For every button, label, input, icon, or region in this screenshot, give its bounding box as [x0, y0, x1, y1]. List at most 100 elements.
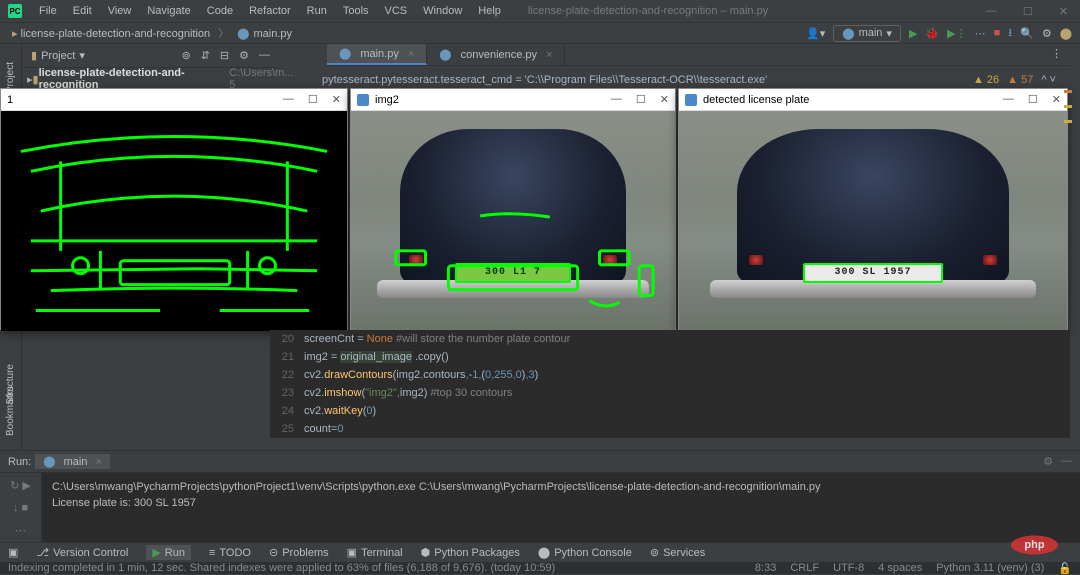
watermark-badge: php: [1007, 534, 1062, 556]
cv-window-3[interactable]: detected license plate —☐✕ 300 SL 1957: [678, 88, 1068, 330]
user-icon[interactable]: 👤▾: [806, 27, 825, 40]
project-root-row[interactable]: ▸ ▮ license-plate-detection-and-recognit…: [23, 68, 300, 90]
line-number: 25: [270, 420, 304, 438]
run-more-icon[interactable]: ▶⋮: [947, 27, 966, 40]
tab-convenience[interactable]: ⬤ convenience.py ×: [427, 44, 565, 65]
rerun-icon[interactable]: ↻ ▶: [10, 479, 31, 492]
maximize-icon[interactable]: ☐: [1019, 5, 1037, 18]
gear-icon[interactable]: ⚙: [239, 49, 249, 62]
menu-tools[interactable]: Tools: [336, 3, 376, 19]
hide-icon[interactable]: —: [1061, 455, 1072, 468]
python-icon: ⬤: [339, 47, 351, 60]
run-button-icon[interactable]: ▶: [909, 27, 917, 40]
more-run-icon[interactable]: ⋯: [15, 524, 26, 537]
run-tab-main[interactable]: ⬤ main ×: [35, 454, 110, 469]
tool-run[interactable]: ▶Run: [146, 545, 191, 560]
minimize-icon[interactable]: —: [283, 93, 294, 106]
menu-window[interactable]: Window: [416, 3, 469, 19]
cv-window-title: img2: [375, 94, 611, 106]
notifications-icon[interactable]: ⬤: [1060, 27, 1072, 40]
gear-icon[interactable]: ⚙: [1043, 455, 1053, 468]
tool-terminal[interactable]: ▣Terminal: [347, 546, 403, 559]
menu-run[interactable]: Run: [300, 3, 334, 19]
run-panel-label: Run:: [8, 456, 31, 468]
bottom-tool-strip: ▣ ⎇Version Control ▶Run ≡TODO ⊝Problems …: [0, 542, 1080, 562]
gear-icon[interactable]: ⚙: [1042, 27, 1052, 40]
line-number: 21: [270, 348, 304, 366]
run-output[interactable]: C:\Users\mwang\PycharmProjects\pythonPro…: [42, 473, 1080, 550]
menu-view[interactable]: View: [101, 3, 139, 19]
lock-icon[interactable]: 🔓: [1058, 562, 1072, 575]
window-title: license-plate-detection-and-recognition …: [528, 5, 768, 17]
menu-edit[interactable]: Edit: [66, 3, 99, 19]
tab-main[interactable]: ⬤ main.py ×: [327, 44, 427, 65]
menu-refactor[interactable]: Refactor: [242, 3, 298, 19]
tab-more-icon[interactable]: ⋮: [1043, 44, 1070, 65]
status-bar: Indexing completed in 1 min, 12 sec. Sha…: [0, 562, 1080, 574]
run-panel: Run: ⬤ main × ⚙ — ↻ ▶ ↓ ■ ⋯ C:\Users\mwa…: [0, 450, 1080, 550]
breadcrumb-project[interactable]: ▸ license-plate-detection-and-recognitio…: [8, 25, 214, 42]
select-file-icon[interactable]: ⊚: [181, 49, 190, 62]
close-icon[interactable]: ✕: [660, 93, 669, 106]
python-icon: ⬤: [43, 455, 55, 468]
chevron-down-icon: ▾: [79, 49, 85, 62]
line-number: 23: [270, 384, 304, 402]
cv-window-title: detected license plate: [703, 94, 1003, 106]
tool-problems[interactable]: ⊝Problems: [269, 546, 329, 559]
tool-todo[interactable]: ≡TODO: [209, 547, 251, 559]
close-icon[interactable]: ✕: [1055, 5, 1072, 18]
status-interpreter[interactable]: Python 3.11 (venv) (3): [936, 562, 1044, 575]
tool-py-packages[interactable]: ⬢Python Packages: [421, 546, 520, 559]
close-icon[interactable]: ✕: [1052, 93, 1061, 106]
bookmarks-tool-button[interactable]: Bookmarks: [3, 378, 18, 444]
minimize-icon[interactable]: —: [982, 5, 1001, 18]
menu-file[interactable]: File: [32, 3, 64, 19]
hide-icon[interactable]: —: [259, 49, 270, 62]
menu-vcs[interactable]: VCS: [378, 3, 415, 19]
project-panel-header[interactable]: ▮ Project ▾: [31, 49, 85, 62]
menu-code[interactable]: Code: [200, 3, 240, 19]
editor-body[interactable]: 20screenCnt = None #will store the numbe…: [270, 330, 1070, 438]
maximize-icon[interactable]: ☐: [1028, 93, 1038, 106]
minimize-icon[interactable]: —: [611, 93, 622, 106]
cv-app-icon: [685, 94, 697, 106]
chevron-down-icon: ▾: [886, 27, 892, 40]
menu-bar: File Edit View Navigate Code Refactor Ru…: [32, 3, 508, 19]
close-icon[interactable]: ✕: [332, 93, 341, 106]
tool-services[interactable]: ⊚Services: [650, 546, 705, 559]
run-config-selector[interactable]: ⬤ main ▾: [833, 25, 901, 42]
collapse-all-icon[interactable]: ⊟: [220, 49, 229, 62]
status-message: Indexing completed in 1 min, 12 sec. Sha…: [8, 562, 555, 574]
line-number: 24: [270, 402, 304, 420]
cv-window-2[interactable]: img2 —☐✕ 300 L1 7: [350, 88, 676, 330]
coverage-icon[interactable]: ⋯: [975, 27, 986, 40]
maximize-icon[interactable]: ☐: [308, 93, 318, 106]
menu-help[interactable]: Help: [471, 3, 508, 19]
stop-button-icon[interactable]: ■: [994, 27, 1001, 39]
menu-navigate[interactable]: Navigate: [140, 3, 197, 19]
breadcrumb-file[interactable]: ⬤main.py: [233, 25, 296, 42]
error-stripe[interactable]: [1064, 90, 1074, 430]
tool-py-console[interactable]: ⬤Python Console: [538, 546, 632, 559]
status-encoding[interactable]: UTF-8: [833, 562, 864, 575]
expand-all-icon[interactable]: ⇵: [201, 49, 210, 62]
ide-logo: PC: [8, 4, 22, 18]
cv-app-icon: [357, 94, 369, 106]
status-eol[interactable]: CRLF: [790, 562, 819, 575]
tool-window-quick-icon[interactable]: ▣: [8, 546, 18, 559]
tool-version-control[interactable]: ⎇Version Control: [36, 546, 128, 559]
minimize-icon[interactable]: —: [1003, 93, 1014, 106]
git-update-icon[interactable]: ⭳: [1008, 24, 1012, 43]
close-icon[interactable]: ×: [546, 49, 552, 61]
status-indent[interactable]: 4 spaces: [878, 562, 922, 575]
status-caret-pos[interactable]: 8:33: [755, 562, 776, 575]
close-icon[interactable]: ×: [408, 48, 414, 60]
search-icon[interactable]: 🔍: [1020, 27, 1034, 40]
cv-window-1[interactable]: 1 —☐✕: [0, 88, 348, 330]
close-icon[interactable]: ×: [95, 456, 101, 468]
maximize-icon[interactable]: ☐: [636, 93, 646, 106]
stop-icon[interactable]: ↓ ■: [13, 502, 28, 514]
python-icon: ⬤: [842, 27, 854, 40]
debug-button-icon[interactable]: 🐞: [925, 27, 939, 40]
inspection-summary[interactable]: ▲ 26 ▲ 57 ^ ˅: [973, 74, 1056, 86]
